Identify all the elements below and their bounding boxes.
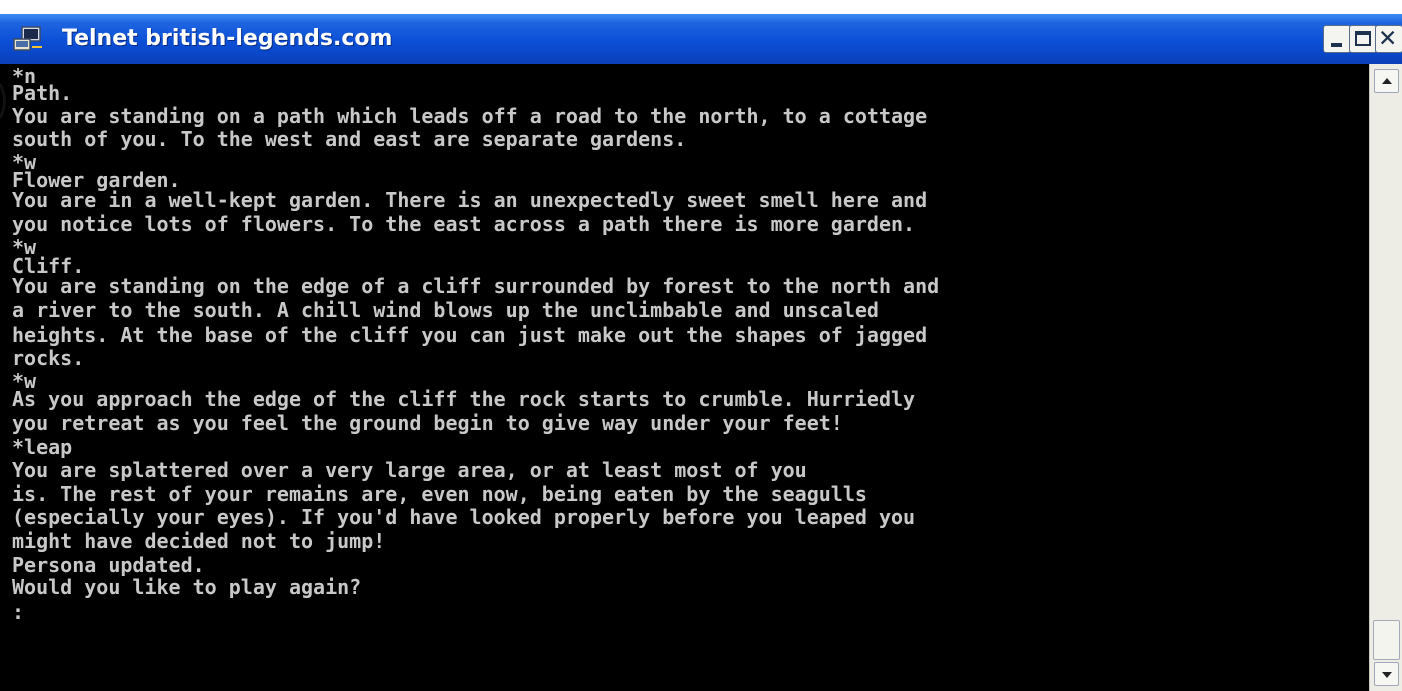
terminal-line: rocks. bbox=[12, 346, 85, 370]
terminal-line: (especially your eyes). If you'd have lo… bbox=[12, 505, 916, 529]
title-bar[interactable]: Telnet british-legends.com ✕ bbox=[0, 14, 1402, 64]
terminal-line: you retreat as you feel the ground begin… bbox=[12, 411, 843, 435]
terminal-line: Path. bbox=[12, 81, 73, 105]
vertical-scrollbar[interactable] bbox=[1369, 64, 1402, 691]
crop-edge-artifact bbox=[0, 83, 6, 119]
terminal-line: : bbox=[12, 600, 25, 624]
minimize-button[interactable] bbox=[1323, 25, 1351, 53]
close-button[interactable]: ✕ bbox=[1375, 25, 1402, 53]
telnet-window: Telnet british-legends.com ✕ *n Path. You … bbox=[0, 14, 1402, 691]
maximize-icon bbox=[1355, 31, 1371, 46]
terminal-line: *leap bbox=[12, 435, 73, 459]
minimize-icon bbox=[1331, 43, 1342, 47]
terminal-output[interactable]: *n Path. You are standing on a path which … bbox=[0, 64, 1369, 691]
terminal-line: you notice lots of flowers. To the east … bbox=[12, 212, 916, 236]
scroll-up-button[interactable] bbox=[1374, 69, 1399, 93]
arrow-up-icon bbox=[1382, 78, 1392, 84]
terminal-line: You are splattered over a very large are… bbox=[12, 458, 807, 482]
arrow-down-icon bbox=[1382, 672, 1392, 678]
terminal-line: Would you like to play again? bbox=[12, 575, 362, 599]
terminal-line: might have decided not to jump! bbox=[12, 529, 386, 553]
scrollbar-thumb[interactable] bbox=[1373, 620, 1400, 660]
close-icon: ✕ bbox=[1378, 26, 1398, 52]
terminal-line: a river to the south. A chill wind blows… bbox=[12, 298, 879, 322]
terminal-line: You are standing on the edge of a cliff … bbox=[12, 274, 940, 298]
terminal-line: You are standing on a path which leads o… bbox=[12, 104, 928, 128]
terminal-line: Persona updated. bbox=[12, 553, 205, 577]
window-title: Telnet british-legends.com bbox=[62, 26, 393, 51]
terminal-line: As you approach the edge of the cliff th… bbox=[12, 387, 916, 411]
terminal-line: You are in a well-kept garden. There is … bbox=[12, 188, 928, 212]
telnet-app-icon bbox=[13, 26, 42, 51]
terminal-line: is. The rest of your remains are, even n… bbox=[12, 482, 867, 506]
scroll-down-button[interactable] bbox=[1374, 662, 1399, 686]
terminal-line: heights. At the base of the cliff you ca… bbox=[12, 323, 928, 347]
terminal-line: south of you. To the west and east are s… bbox=[12, 127, 687, 151]
maximize-button[interactable] bbox=[1349, 25, 1377, 53]
